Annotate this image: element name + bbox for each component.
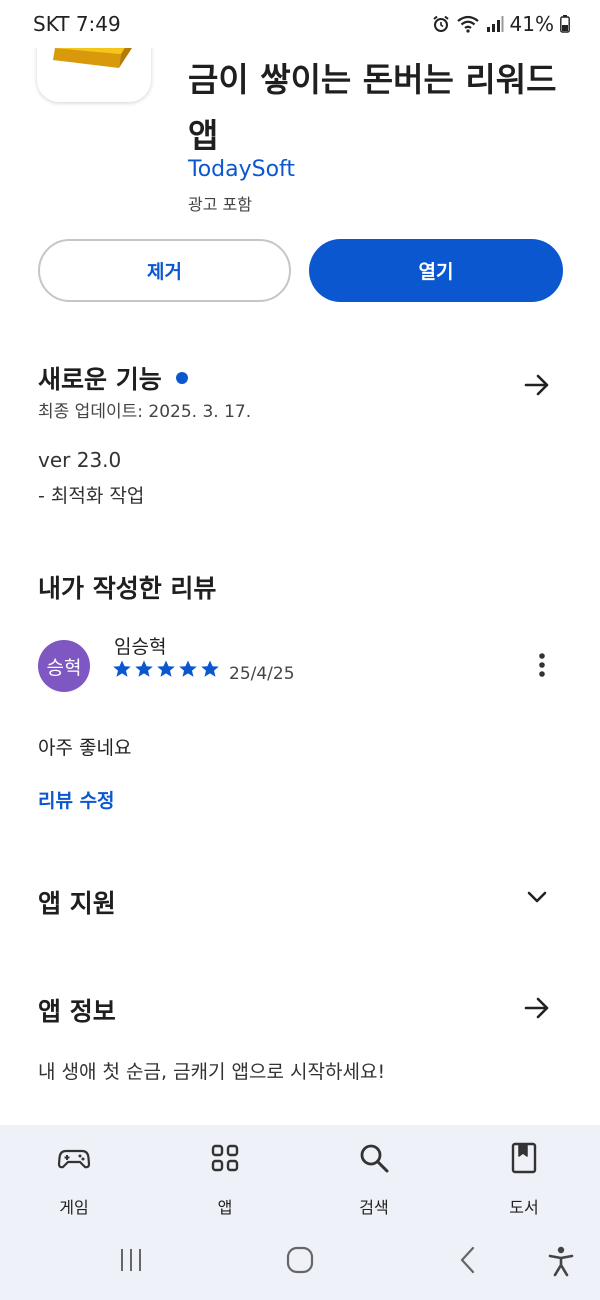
open-button[interactable]: 열기 <box>309 239 563 302</box>
status-bar: SKT 7:49 41% <box>0 0 600 48</box>
star-icon <box>113 660 131 677</box>
nav-item-search[interactable]: 검색 <box>324 1141 424 1218</box>
star-icon <box>179 660 197 677</box>
my-review-title: 내가 작성한 리뷰 <box>38 574 217 603</box>
release-notes: - 최적화 작업 <box>38 485 145 507</box>
remove-button[interactable]: 제거 <box>38 239 291 302</box>
signal-icon <box>486 16 504 32</box>
nav-item-books[interactable]: 도서 <box>474 1141 574 1218</box>
app-description: 내 생애 첫 순금, 금캐기 앱으로 시작하세요! <box>38 1061 386 1083</box>
home-icon[interactable] <box>285 1245 315 1275</box>
nav-label-books: 도서 <box>509 1198 539 1217</box>
chevron-down-icon[interactable] <box>522 882 552 912</box>
apps-grid-icon <box>211 1144 239 1172</box>
nav-label-apps: 앱 <box>217 1198 233 1217</box>
star-icon <box>135 660 153 677</box>
developer-link[interactable]: TodaySoft <box>188 157 295 182</box>
whats-new-header[interactable]: 새로운 기능 <box>38 360 188 396</box>
star-icon <box>201 660 219 677</box>
accessibility-icon[interactable] <box>546 1245 576 1277</box>
app-info-title[interactable]: 앱 정보 <box>38 992 116 1028</box>
book-icon <box>511 1142 537 1174</box>
battery-icon <box>560 15 570 33</box>
new-indicator-dot <box>175 372 188 384</box>
star-icon <box>157 660 175 677</box>
app-info-arrow-icon[interactable] <box>522 993 552 1023</box>
ads-notice: 광고 포함 <box>188 195 252 214</box>
review-text: 아주 좋네요 <box>38 737 132 759</box>
carrier-time: SKT 7:49 <box>33 12 121 36</box>
back-icon[interactable] <box>456 1245 480 1275</box>
search-icon <box>360 1144 389 1173</box>
edit-review-link[interactable]: 리뷰 수정 <box>38 786 115 813</box>
more-options-icon[interactable] <box>530 650 554 680</box>
bottom-nav: 게임 앱 검색 도서 <box>0 1125 600 1300</box>
reviewer-name: 임승혁 <box>114 636 167 658</box>
nav-item-games[interactable]: 게임 <box>24 1141 124 1218</box>
nav-label-search: 검색 <box>359 1198 389 1217</box>
alarm-icon <box>432 15 449 32</box>
whats-new-title: 새로운 기능 <box>38 365 162 394</box>
nav-item-apps[interactable]: 앱 <box>175 1141 275 1218</box>
app-support-title[interactable]: 앱 지원 <box>38 884 116 920</box>
review-date: 25/4/25 <box>229 664 295 684</box>
rating-stars <box>112 659 220 679</box>
battery-percent: 41% <box>509 12 554 36</box>
recent-apps-icon[interactable] <box>118 1245 144 1275</box>
gamepad-icon <box>57 1149 91 1169</box>
status-icons: 41% <box>432 12 570 36</box>
version-text: ver 23.0 <box>38 448 122 472</box>
app-title: 금이 쌓이는 돈버는 리워드 앱 <box>188 60 557 155</box>
last-updated: 최종 업데이트: 2025. 3. 17. <box>38 402 252 422</box>
wifi-icon <box>456 15 479 33</box>
avatar: 승혁 <box>38 640 90 692</box>
nav-label-games: 게임 <box>59 1198 89 1217</box>
whats-new-arrow-icon[interactable] <box>522 370 552 400</box>
